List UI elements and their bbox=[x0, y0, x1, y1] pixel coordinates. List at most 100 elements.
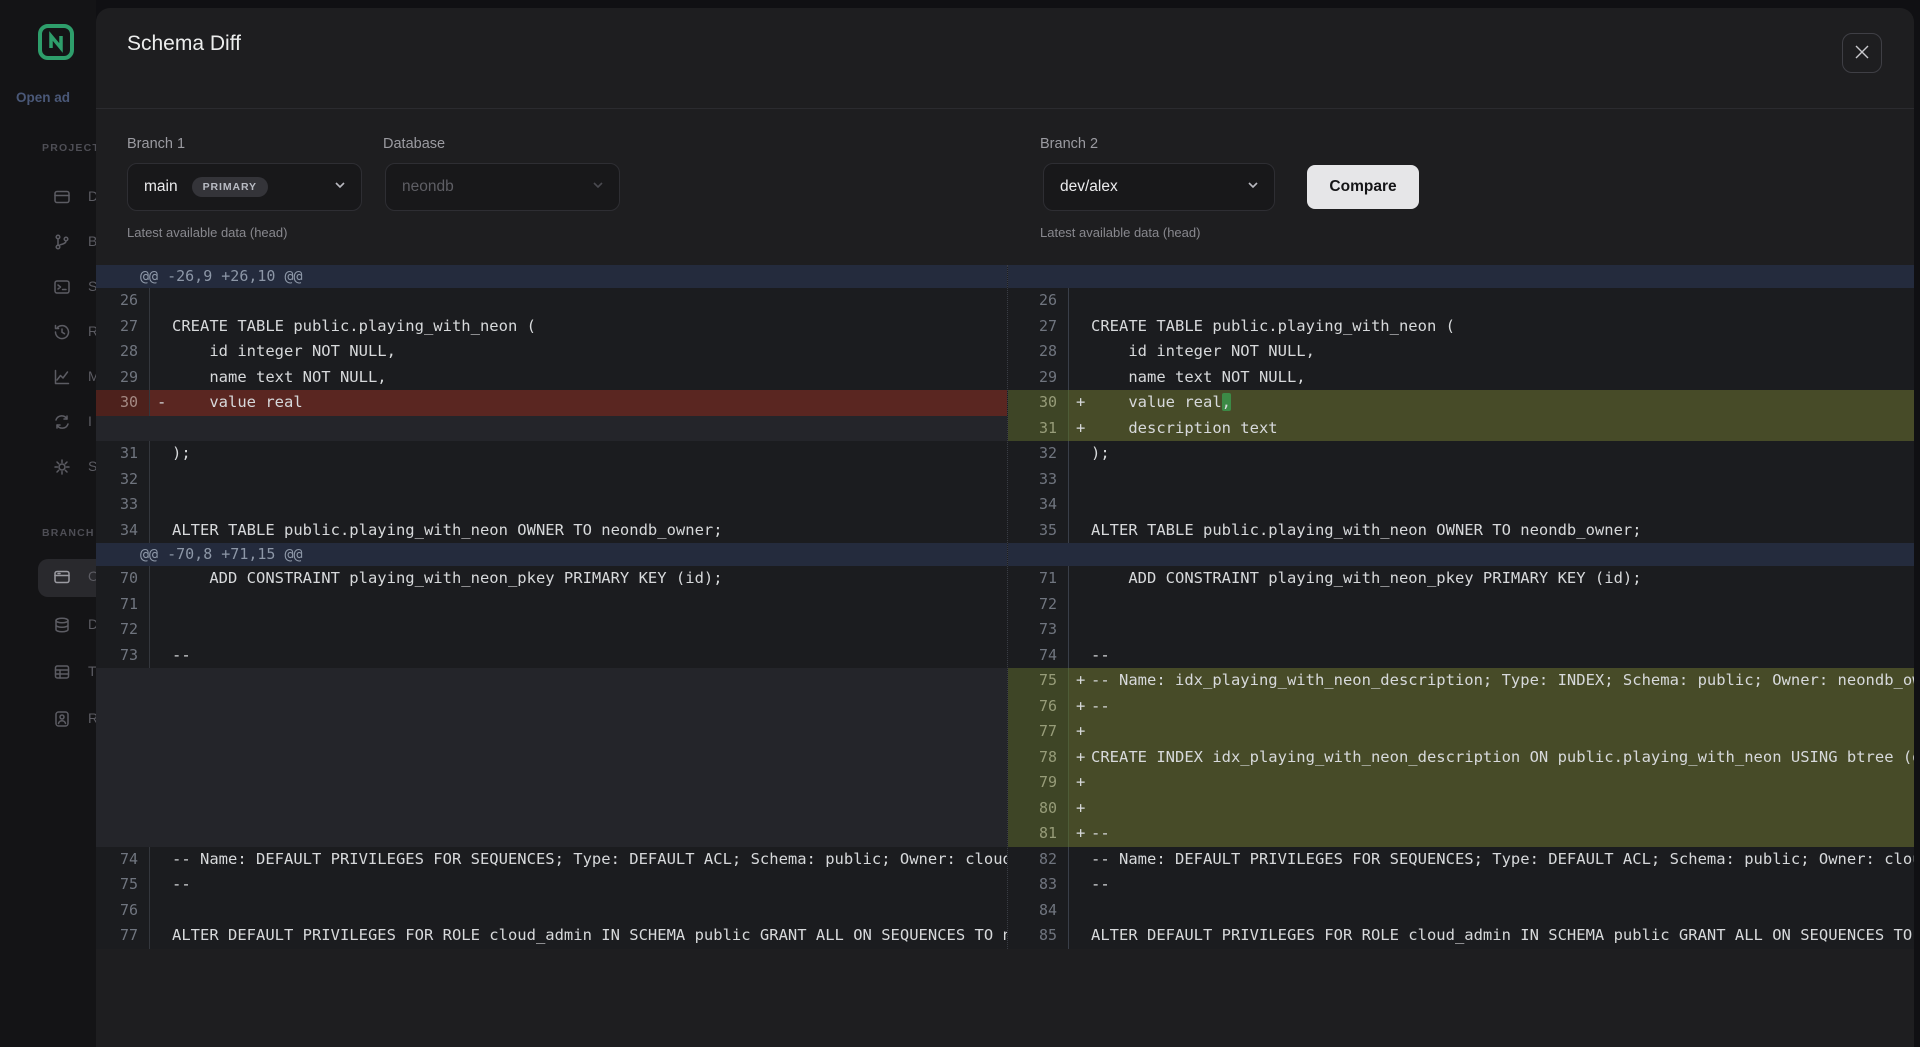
diff-row: 76+-- bbox=[1008, 694, 1914, 720]
restore-clock-icon bbox=[52, 322, 72, 342]
diff-row: 74-- Name: DEFAULT PRIVILEGES FOR SEQUEN… bbox=[96, 847, 1007, 873]
close-button[interactable] bbox=[1842, 33, 1882, 73]
line-number: 33 bbox=[1008, 467, 1069, 493]
diff-row: 81+-- bbox=[1008, 821, 1914, 847]
line-number: 27 bbox=[96, 314, 150, 340]
diff-row: 33 bbox=[1008, 467, 1914, 493]
sidebar-item-branch-overview[interactable]: O bbox=[0, 557, 96, 597]
diff-marker: + bbox=[1069, 745, 1091, 771]
diff-row: 75-- bbox=[96, 872, 1007, 898]
diff-row: 79+ bbox=[1008, 770, 1914, 796]
database-icon bbox=[52, 615, 72, 635]
code-line: id integer NOT NULL, bbox=[172, 339, 1007, 365]
code-line: -- Name: idx_playing_with_neon_descripti… bbox=[1091, 668, 1914, 694]
line-number: 72 bbox=[1008, 592, 1069, 618]
diff-marker bbox=[1069, 518, 1091, 544]
line-number: 75 bbox=[96, 872, 150, 898]
diff-marker bbox=[1069, 492, 1091, 518]
branch1-label: Branch 1 bbox=[127, 136, 185, 152]
sidebar-item-tables[interactable]: T bbox=[0, 652, 96, 692]
line-number: 76 bbox=[96, 898, 150, 924]
line-number: 83 bbox=[1008, 872, 1069, 898]
code-line: CREATE TABLE public.playing_with_neon ( bbox=[1091, 314, 1914, 340]
diff-row: 28 id integer NOT NULL, bbox=[1008, 339, 1914, 365]
sidebar-item-database[interactable]: D bbox=[0, 605, 96, 645]
branch1-select[interactable]: main PRIMARY bbox=[127, 163, 362, 211]
code-line bbox=[1091, 492, 1914, 518]
sidebar-item-integrations[interactable]: I bbox=[0, 402, 96, 442]
sidebar-item-settings-gear[interactable]: S bbox=[0, 447, 96, 487]
sidebar-item-label: O bbox=[88, 568, 96, 584]
open-admin-link[interactable]: Open ad bbox=[16, 90, 96, 105]
diff-row: 71 ADD CONSTRAINT playing_with_neon_pkey… bbox=[1008, 566, 1914, 592]
diff-row: 30+ value real, bbox=[1008, 390, 1914, 416]
chevron-down-icon bbox=[591, 178, 605, 197]
code-line bbox=[1091, 467, 1914, 493]
header-divider bbox=[96, 108, 1914, 109]
tables-icon bbox=[52, 662, 72, 682]
line-number: 28 bbox=[96, 339, 150, 365]
sidebar-item-label: I bbox=[88, 413, 92, 429]
diff-row: 73 bbox=[1008, 617, 1914, 643]
diff-marker bbox=[150, 643, 172, 669]
line-number: 32 bbox=[96, 467, 150, 493]
diff-marker: + bbox=[1069, 416, 1091, 442]
monitoring-icon bbox=[52, 367, 72, 387]
diff-pane-branch1[interactable]: @@ -26,9 +26,10 @@2627CREATE TABLE publi… bbox=[96, 265, 1007, 949]
diff-marker: + bbox=[1069, 390, 1091, 416]
line-number: 32 bbox=[1008, 441, 1069, 467]
code-line: -- bbox=[172, 643, 1007, 669]
diff-row: 80+ bbox=[1008, 796, 1914, 822]
line-number: 31 bbox=[96, 441, 150, 467]
line-number: 28 bbox=[1008, 339, 1069, 365]
diff-marker bbox=[150, 441, 172, 467]
code-line bbox=[1091, 617, 1914, 643]
sidebar-item-restore-clock[interactable]: R bbox=[0, 312, 96, 352]
line-number: 75 bbox=[1008, 668, 1069, 694]
sidebar-item-git-branch[interactable]: B bbox=[0, 222, 96, 262]
diff-marker: + bbox=[1069, 694, 1091, 720]
code-line bbox=[1091, 719, 1914, 745]
code-line: ALTER DEFAULT PRIVILEGES FOR ROLE cloud_… bbox=[172, 923, 1007, 949]
code-line: ALTER TABLE public.playing_with_neon OWN… bbox=[172, 518, 1007, 544]
line-number: 79 bbox=[1008, 770, 1069, 796]
branch1-value: main bbox=[144, 178, 178, 196]
diff-pane-branch2[interactable]: 2627CREATE TABLE public.playing_with_neo… bbox=[1007, 265, 1914, 949]
page-title: Schema Diff bbox=[127, 32, 241, 56]
code-line bbox=[172, 898, 1007, 924]
code-line: ALTER TABLE public.playing_with_neon OWN… bbox=[1091, 518, 1914, 544]
line-number: 70 bbox=[96, 566, 150, 592]
diff-marker bbox=[150, 847, 172, 873]
diff-marker bbox=[1069, 898, 1091, 924]
neon-logo-icon[interactable] bbox=[38, 24, 74, 60]
diff-row: 32 bbox=[96, 467, 1007, 493]
diff-row: 71 bbox=[96, 592, 1007, 618]
diff-row: 76 bbox=[96, 898, 1007, 924]
diff-row: 35 ALTER TABLE public.playing_with_neon O… bbox=[1008, 518, 1914, 544]
sidebar-item-label: R bbox=[88, 323, 96, 339]
code-line bbox=[1091, 770, 1914, 796]
sidebar-item-monitoring[interactable]: M bbox=[0, 357, 96, 397]
code-line: ); bbox=[172, 441, 1007, 467]
sidebar-item-roles[interactable]: R bbox=[0, 699, 96, 739]
line-number: 35 bbox=[1008, 518, 1069, 544]
diff-row: 34ALTER TABLE public.playing_with_neon O… bbox=[96, 518, 1007, 544]
line-number: 84 bbox=[1008, 898, 1069, 924]
line-number: 73 bbox=[1008, 617, 1069, 643]
database-select[interactable]: neondb bbox=[385, 163, 620, 211]
sidebar-item-label: S bbox=[88, 458, 96, 474]
diff-row: 31); bbox=[96, 441, 1007, 467]
diff-row: 29 name text NOT NULL, bbox=[1008, 365, 1914, 391]
sidebar-item-dashboard[interactable]: D bbox=[0, 177, 96, 217]
sidebar-item-sql-editor[interactable]: S bbox=[0, 267, 96, 307]
compare-button[interactable]: Compare bbox=[1307, 165, 1419, 209]
line-number: 27 bbox=[1008, 314, 1069, 340]
schema-diff-viewer[interactable]: @@ -26,9 +26,10 @@2627CREATE TABLE publi… bbox=[96, 265, 1914, 949]
code-line: id integer NOT NULL, bbox=[1091, 339, 1914, 365]
code-line: CREATE TABLE public.playing_with_neon ( bbox=[172, 314, 1007, 340]
line-number: 73 bbox=[96, 643, 150, 669]
code-line: ); bbox=[1091, 441, 1914, 467]
diff-marker bbox=[1069, 314, 1091, 340]
branch2-select[interactable]: dev/alex bbox=[1043, 163, 1275, 211]
line-number: 33 bbox=[96, 492, 150, 518]
